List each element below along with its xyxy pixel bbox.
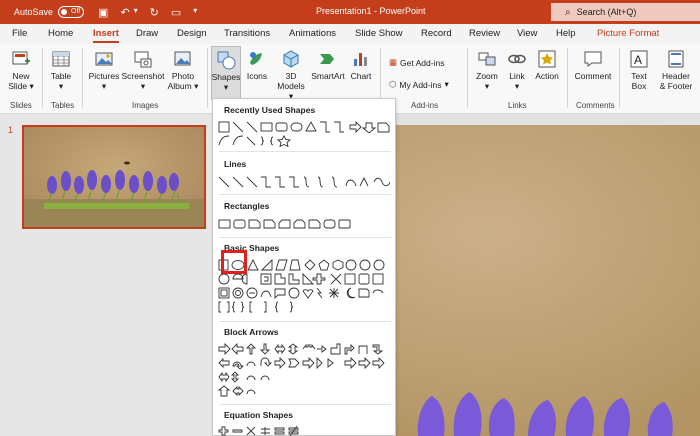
- header-footer-button[interactable]: Header & Footer: [656, 49, 696, 91]
- group-label-addins: Add-ins: [411, 101, 439, 110]
- tab-home[interactable]: Home: [48, 28, 73, 39]
- header-footer-icon: [668, 50, 684, 68]
- tab-animations[interactable]: Animations: [289, 28, 336, 39]
- shapes-icon: [217, 51, 236, 70]
- new-slide-button[interactable]: New Slide ▾: [6, 49, 36, 91]
- search-icon: ⌕: [565, 6, 571, 18]
- document-title: Presentation1 - PowerPoint: [316, 6, 426, 16]
- smartart-button[interactable]: SmartArt: [309, 49, 347, 81]
- icons-button[interactable]: Icons: [243, 49, 271, 81]
- pictures-icon: [95, 52, 113, 66]
- zoom-icon: [478, 52, 496, 66]
- get-addins-button[interactable]: ▦ Get Add-ins: [389, 57, 444, 68]
- recent-shapes-row-2[interactable]: [218, 135, 390, 147]
- star-action-icon: [538, 50, 556, 68]
- start-slideshow-icon[interactable]: ▭: [171, 6, 181, 19]
- zoom-button[interactable]: Zoom ▾: [472, 49, 502, 91]
- comment-icon: [584, 51, 602, 67]
- link-button[interactable]: Link ▾: [503, 49, 531, 91]
- equation-shapes-row[interactable]: [218, 425, 390, 436]
- block-arrows-row-1[interactable]: [218, 343, 390, 355]
- photo-album-icon: [174, 51, 191, 66]
- slide-number: 1: [8, 125, 14, 135]
- smartart-icon: [320, 54, 334, 64]
- group-label-images: Images: [132, 101, 159, 110]
- tab-transitions[interactable]: Transitions: [224, 28, 270, 39]
- tab-help[interactable]: Help: [556, 28, 576, 39]
- slide-thumbnail-pane: 1: [0, 115, 212, 436]
- rectangles-row[interactable]: [218, 218, 390, 230]
- svg-text:A: A: [634, 53, 642, 67]
- icons-icon: [250, 52, 262, 65]
- my-addins-button[interactable]: ⬡ My Add-ins ▾: [389, 79, 449, 90]
- autosave-toggle[interactable]: Off: [58, 6, 85, 18]
- chart-button[interactable]: Chart: [348, 49, 374, 81]
- tab-review[interactable]: Review: [469, 28, 500, 39]
- block-arrows-row-3[interactable]: [218, 371, 390, 383]
- tab-draw[interactable]: Draw: [136, 28, 158, 39]
- ribbon-tabs: File Home Insert Draw Design Transitions…: [0, 24, 700, 44]
- group-label-tables: Tables: [51, 101, 75, 110]
- basic-shapes-row-2[interactable]: [218, 273, 390, 285]
- tab-design[interactable]: Design: [177, 28, 207, 39]
- recent-shapes-row-1[interactable]: [218, 121, 390, 133]
- block-arrows-row-4[interactable]: [218, 385, 390, 397]
- photo-album-button[interactable]: Photo Album ▾: [166, 49, 200, 91]
- new-slide-icon: [12, 51, 30, 65]
- tab-slide-show[interactable]: Slide Show: [355, 28, 403, 39]
- text-box-icon: A: [630, 50, 648, 68]
- addins-icon: ⬡: [389, 79, 397, 89]
- basic-shapes-row-3[interactable]: [218, 287, 390, 299]
- cube-icon: [283, 50, 299, 68]
- store-icon: ▦: [389, 57, 398, 67]
- section-rectangles: Rectangles: [224, 201, 270, 211]
- chart-icon: [354, 53, 367, 66]
- tab-picture-format[interactable]: Picture Format: [597, 28, 659, 39]
- title-bar: AutoSave Off ▣ ↶ ▾ ↻ ▭ ▾ Presentation1 -…: [0, 0, 700, 24]
- screenshot-button[interactable]: Screenshot ▾: [120, 49, 166, 91]
- basic-shapes-row-4[interactable]: [218, 301, 390, 313]
- section-recently-used: Recently Used Shapes: [224, 105, 316, 115]
- group-label-links: Links: [508, 101, 527, 110]
- table-button[interactable]: Table ▾: [48, 49, 74, 91]
- save-icon[interactable]: ▣: [98, 6, 108, 19]
- crocus-thumbnail-image: [24, 127, 204, 227]
- section-block-arrows: Block Arrows: [224, 327, 279, 337]
- section-equation-shapes: Equation Shapes: [224, 410, 293, 420]
- group-label-comments: Comments: [576, 101, 615, 110]
- slide-thumbnail[interactable]: [22, 125, 206, 229]
- text-box-button[interactable]: A Text Box: [625, 49, 653, 91]
- block-arrows-row-2[interactable]: [218, 357, 390, 369]
- tab-file[interactable]: File: [12, 28, 27, 39]
- 3d-models-button[interactable]: 3D Models ▾: [274, 49, 308, 101]
- undo-icon[interactable]: ↶: [120, 6, 129, 19]
- oval-shape-highlight: [221, 250, 247, 274]
- lines-row[interactable]: [218, 176, 390, 188]
- pictures-button[interactable]: Pictures ▾: [87, 49, 121, 91]
- tab-insert[interactable]: Insert: [93, 28, 119, 43]
- tab-record[interactable]: Record: [421, 28, 452, 39]
- tab-view[interactable]: View: [517, 28, 537, 39]
- search-placeholder: Search (Alt+Q): [576, 7, 637, 17]
- dropdown-icon[interactable]: ▾: [134, 6, 138, 19]
- section-lines: Lines: [224, 159, 247, 169]
- comment-button[interactable]: Comment: [572, 49, 614, 81]
- action-button[interactable]: Action: [532, 49, 562, 81]
- screenshot-icon: [134, 51, 152, 68]
- link-icon: [508, 54, 526, 64]
- redo-icon[interactable]: ↻: [150, 6, 159, 19]
- search-box[interactable]: ⌕ Search (Alt+Q): [551, 3, 700, 21]
- table-icon: [52, 51, 70, 67]
- shapes-button[interactable]: Shapes ▾: [211, 46, 241, 100]
- customize-toolbar-icon[interactable]: ▾: [193, 6, 197, 19]
- autosave-label: AutoSave: [14, 7, 54, 17]
- chevron-down-icon: ▾: [444, 79, 449, 89]
- group-label-slides: Slides: [10, 101, 32, 110]
